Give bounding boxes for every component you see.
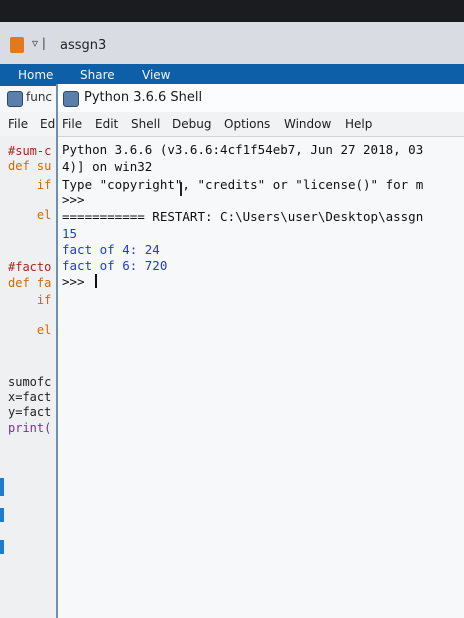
shell-prompt[interactable]: >>> — [62, 192, 85, 207]
shell-restart-line[interactable]: =========== RESTART: C:\Users\user\Deskt… — [62, 209, 423, 224]
shell-input-prompt[interactable]: >>> — [62, 274, 92, 289]
shell-line[interactable]: 4)] on win32 — [62, 159, 152, 174]
mouse-ibeam-cursor — [180, 182, 182, 196]
shell-output[interactable]: 15 — [62, 226, 77, 241]
code-line[interactable]: el — [8, 323, 51, 337]
shell-window-title: Python 3.6.6 Shell — [84, 90, 203, 105]
menu-divider — [58, 136, 464, 137]
python-shell-icon — [63, 91, 79, 107]
editor-menu-file[interactable]: File — [8, 117, 28, 131]
editor-menu-edit[interactable]: Ed — [40, 117, 55, 131]
shell-line[interactable]: Python 3.6.6 (v3.6.6:4cf1f54eb7, Jun 27 … — [62, 142, 423, 157]
shell-menu-edit[interactable]: Edit — [95, 117, 118, 131]
shell-menu-file[interactable]: File — [62, 117, 82, 131]
code-line[interactable]: el — [8, 208, 51, 222]
shell-menu-shell[interactable]: Shell — [131, 117, 160, 131]
text-cursor — [95, 274, 97, 288]
code-line[interactable]: def fa — [8, 276, 51, 290]
python-file-icon — [7, 91, 23, 107]
code-line[interactable]: y=fact — [8, 405, 51, 419]
taskbar-accent — [0, 478, 4, 496]
tab-home[interactable]: Home — [18, 68, 53, 82]
code-line[interactable]: x=fact — [8, 390, 51, 404]
ribbon-tab-bar — [0, 64, 464, 86]
shell-output[interactable]: fact of 6: 720 — [62, 258, 167, 273]
tab-share[interactable]: Share — [80, 68, 115, 82]
code-line[interactable]: if — [8, 178, 51, 192]
code-line[interactable]: def su — [8, 159, 51, 173]
tab-view[interactable]: View — [142, 68, 170, 82]
explorer-window-title: assgn3 — [60, 38, 107, 53]
code-line[interactable]: print( — [8, 421, 51, 435]
shell-menu-debug[interactable]: Debug — [172, 117, 211, 131]
code-line[interactable]: #facto — [8, 260, 51, 274]
shell-menu-window[interactable]: Window — [284, 117, 331, 131]
folder-icon — [10, 37, 24, 53]
quick-access-toolbar[interactable]: ▿ | — [32, 36, 46, 50]
shell-menu-help[interactable]: Help — [345, 117, 372, 131]
code-line[interactable]: #sum-c — [8, 144, 51, 158]
code-line[interactable]: sumofc — [8, 375, 51, 389]
taskbar-accent — [0, 540, 4, 554]
shell-menu-options[interactable]: Options — [224, 117, 270, 131]
code-line[interactable]: if — [8, 293, 51, 307]
editor-window-title: func — [26, 90, 53, 104]
shell-output[interactable]: fact of 4: 24 — [62, 242, 160, 257]
taskbar-accent — [0, 508, 4, 522]
shell-line[interactable]: Type "copyright", "credits" or "license(… — [62, 177, 423, 192]
